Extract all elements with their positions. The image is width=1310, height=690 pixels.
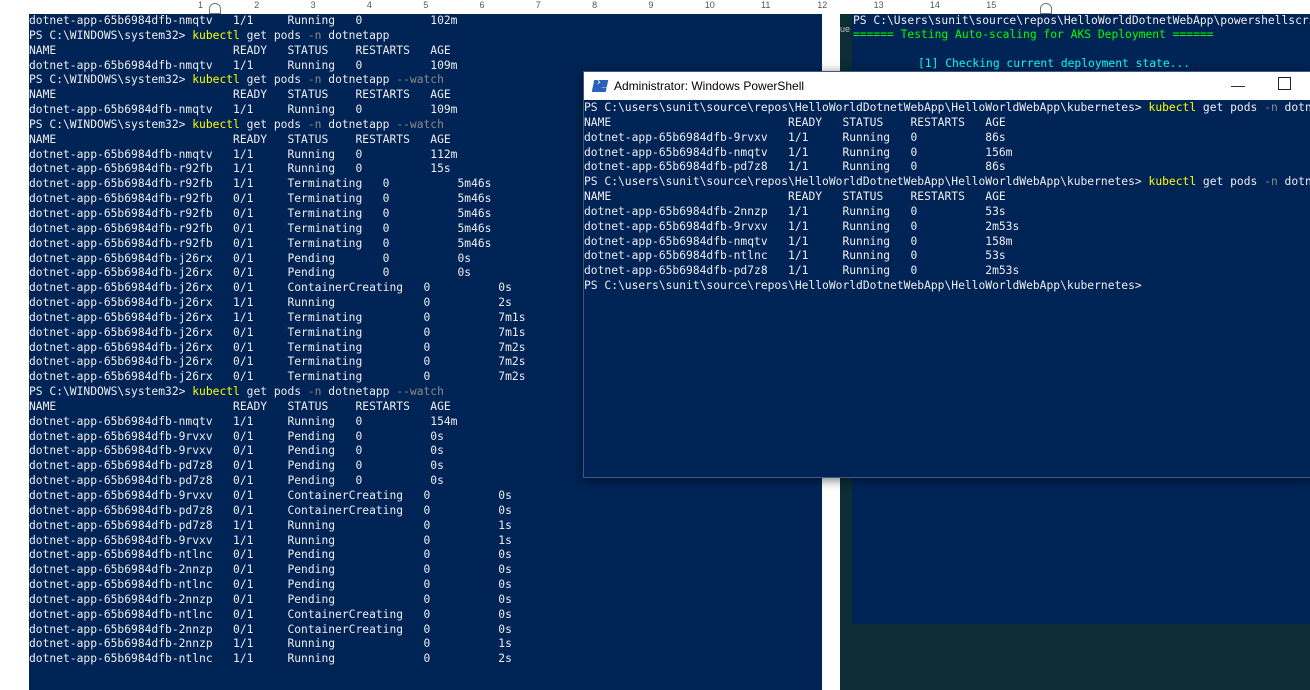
flag-token: --watch <box>396 385 444 399</box>
output-line: dotnet-app-65b6984dfb-ntlnc 0/1 Pending … <box>29 548 512 562</box>
output-line: dotnet-app-65b6984dfb-nmqtv 1/1 Running … <box>29 14 458 27</box>
window-title: Administrator: Windows PowerShell <box>614 79 805 93</box>
output-line: dotnet-app-65b6984dfb-ntlnc 1/1 Running … <box>584 249 1006 263</box>
document-ruler: 1 2 3 4 5 6 7 8 9 10 11 12 13 14 15 <box>0 0 1310 15</box>
output-line: dotnet-app-65b6984dfb-pd7z8 1/1 Running … <box>584 160 1006 174</box>
output-line: dotnet-app-65b6984dfb-9rvxv 1/1 Running … <box>29 533 512 547</box>
minimize-button[interactable]: — <box>1229 75 1247 95</box>
powershell-icon <box>591 80 609 92</box>
flag-token: --watch <box>396 73 444 87</box>
flag-token: -n <box>307 385 322 399</box>
output-line: NAME READY STATUS RESTARTS AGE <box>29 43 451 57</box>
output-line: dotnet-app-65b6984dfb-pd7z8 0/1 Containe… <box>29 503 512 517</box>
command-token: kubectl <box>192 117 240 131</box>
output-line: dotnet-app-65b6984dfb-ntlnc 1/1 Running … <box>29 652 512 666</box>
prompt-token: PS C:\WINDOWS\system32> <box>29 73 193 87</box>
output-line: dotnet-app-65b6984dfb-2nnzp 0/1 Containe… <box>29 622 512 636</box>
ruler-number: 10 <box>704 0 715 10</box>
ruler-number: 13 <box>873 0 884 10</box>
prompt-token: dotneta <box>1284 175 1310 189</box>
ruler-number: 2 <box>254 0 260 10</box>
prompt-token: get pods <box>239 28 308 42</box>
maximize-button[interactable] <box>1278 77 1291 90</box>
indent-marker-icon[interactable] <box>209 3 221 14</box>
output-line: dotnet-app-65b6984dfb-pd7z8 1/1 Running … <box>29 518 512 532</box>
ruler-number: 11 <box>761 0 771 10</box>
output-line: dotnet-app-65b6984dfb-nmqtv 1/1 Running … <box>584 145 1013 159</box>
prompt-line: PS C:\users\sunit\source\repos\HelloWorl… <box>584 175 1310 190</box>
output-line: dotnet-app-65b6984dfb-ntlnc 0/1 Containe… <box>29 607 512 621</box>
prompt-token: dotnetapp <box>321 117 397 131</box>
prompt-token: get pods <box>239 73 308 87</box>
output-line: dotnet-app-65b6984dfb-9rvxv 1/1 Running … <box>584 219 1020 233</box>
flag-token: -n <box>307 117 322 131</box>
prompt-token: get pods <box>239 385 308 399</box>
ruler-number: 4 <box>366 0 372 10</box>
command-token: kubectl <box>1148 101 1197 114</box>
output-line: dotnet-app-65b6984dfb-pd7z8 1/1 Running … <box>584 264 1020 278</box>
background-status-line: [1] Checking current deployment state... <box>918 57 1191 70</box>
flag-token: -n <box>307 73 322 87</box>
flag-token: --watch <box>396 117 444 131</box>
prompt-token: dotnetapp <box>321 28 390 42</box>
powershell-output[interactable]: PS C:\users\sunit\source\repos\HelloWorl… <box>584 101 1310 294</box>
ruler-number: 5 <box>423 0 429 10</box>
prompt-token: get pods <box>1196 101 1265 114</box>
ruler-number: 12 <box>817 0 828 10</box>
output-line: dotnet-app-65b6984dfb-ntlnc 0/1 Pending … <box>29 578 512 592</box>
ruler-number: 14 <box>929 0 940 10</box>
prompt-line: PS C:\users\sunit\source\repos\HelloWorl… <box>584 101 1310 116</box>
output-line: dotnet-app-65b6984dfb-2nnzp 0/1 Pending … <box>29 592 512 606</box>
left-margin <box>0 14 29 690</box>
prompt-token: PS C:\WINDOWS\system32> <box>29 28 193 42</box>
background-banner-line: ====== Testing Auto-scaling for AKS Depl… <box>853 28 1214 41</box>
prompt-token: dotnetapp <box>321 73 397 87</box>
output-line: dotnet-app-65b6984dfb-2nnzp 0/1 Pending … <box>29 563 512 577</box>
output-line: dotnet-app-65b6984dfb-2nnzp 1/1 Running … <box>29 637 512 651</box>
ruler-number: 8 <box>592 0 598 10</box>
prompt-token: PS C:\users\sunit\source\repos\HelloWorl… <box>584 101 1149 114</box>
prompt-token: PS C:\WINDOWS\system32> <box>29 117 193 131</box>
prompt-token: PS C:\users\sunit\source\repos\HelloWorl… <box>584 175 1149 189</box>
prompt-token: dotneta <box>1284 101 1310 114</box>
ruler-number: 7 <box>535 0 541 10</box>
flag-token: -n <box>1264 101 1278 114</box>
prompt-token: PS C:\WINDOWS\system32> <box>29 385 193 399</box>
command-token: kubectl <box>192 28 240 42</box>
flag-token: -n <box>307 28 322 42</box>
output-line: dotnet-app-65b6984dfb-9rvxv 0/1 Containe… <box>29 489 512 502</box>
ruler-number: 6 <box>479 0 485 10</box>
output-line: dotnet-app-65b6984dfb-nmqtv 1/1 Running … <box>584 234 1013 248</box>
ruler-number: 1 <box>198 0 204 10</box>
background-prompt-line: PS C:\Users\sunit\source\repos\HelloWorl… <box>853 14 1310 27</box>
powershell-window[interactable]: Administrator: Windows PowerShell — PS C… <box>583 71 1310 478</box>
background-window-label: ue <box>840 24 851 34</box>
prompt-line: PS C:\WINDOWS\system32> kubectl get pods… <box>29 29 822 44</box>
prompt-token: dotnetapp <box>321 385 397 399</box>
output-line: dotnet-app-65b6984dfb-2nnzp 1/1 Running … <box>584 204 1006 218</box>
command-token: kubectl <box>192 385 240 399</box>
prompt-token: get pods <box>1196 175 1265 189</box>
flag-token: -n <box>1264 175 1278 189</box>
output-line: PS C:\users\sunit\source\repos\HelloWorl… <box>584 279 1142 293</box>
ruler-number: 3 <box>310 0 316 10</box>
prompt-token: get pods <box>239 117 308 131</box>
command-token: kubectl <box>1148 175 1197 189</box>
ruler-number: 15 <box>986 0 997 10</box>
output-line: dotnet-app-65b6984dfb-9rvxv 1/1 Running … <box>584 130 1006 144</box>
command-token: kubectl <box>192 73 240 87</box>
indent-marker-icon[interactable] <box>1040 3 1052 14</box>
output-line: NAME READY STATUS RESTARTS AGE <box>584 190 1006 204</box>
output-line: NAME READY STATUS RESTARTS AGE <box>584 115 1006 129</box>
ruler-number: 9 <box>648 0 654 10</box>
window-titlebar[interactable]: Administrator: Windows PowerShell — <box>584 72 1310 100</box>
